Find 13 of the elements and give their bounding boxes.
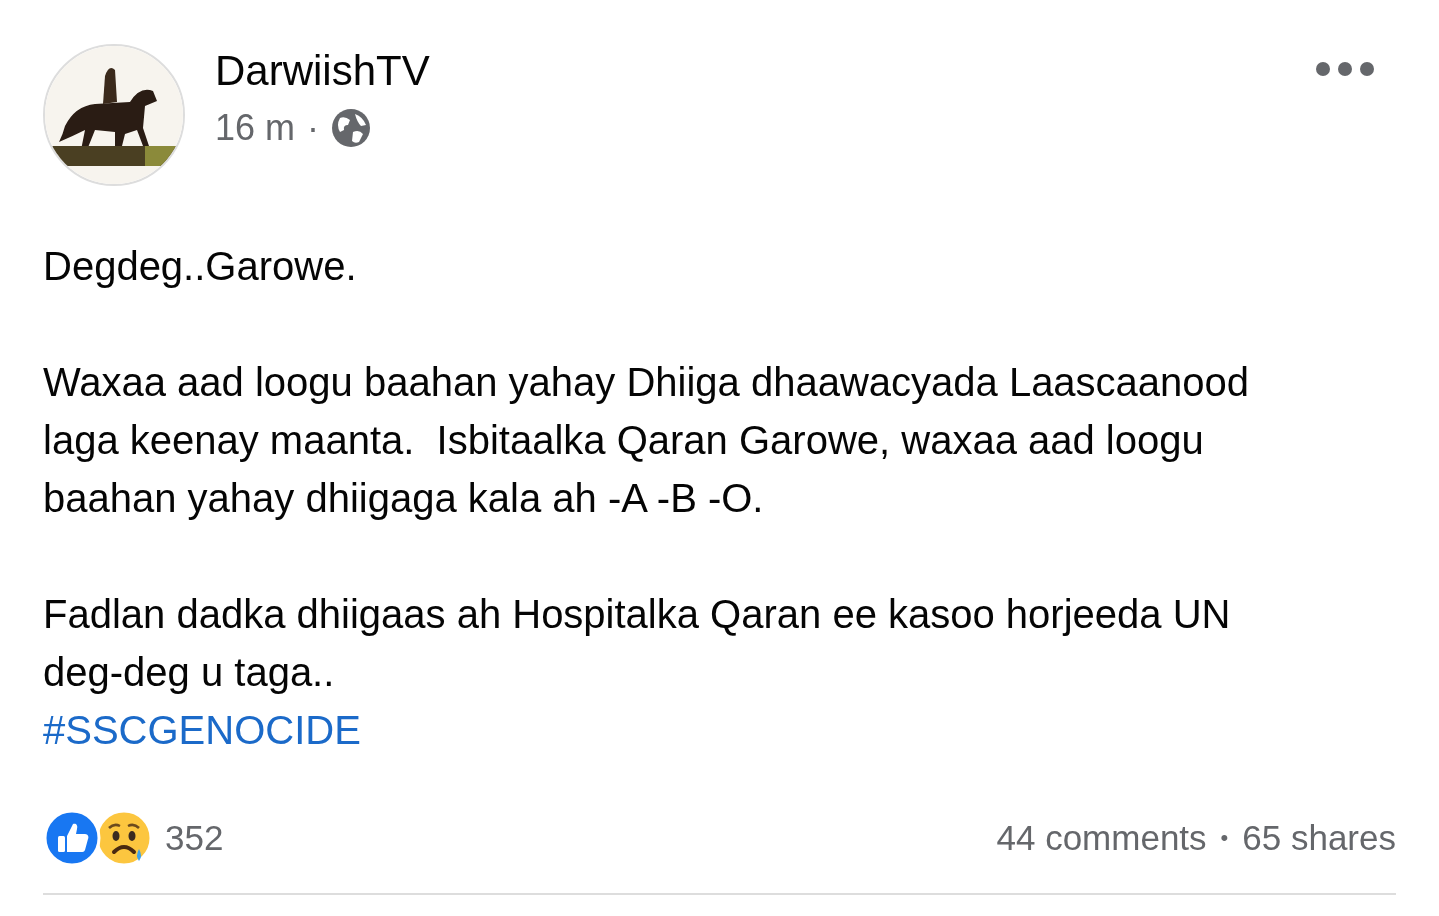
post-time[interactable]: 16 m [215,108,296,148]
more-options-icon[interactable] [1316,62,1374,76]
reaction-count[interactable]: 352 [165,818,224,858]
separator-dot: • [1220,825,1229,851]
shares-count[interactable]: 65 shares [1242,818,1396,858]
author-name[interactable]: DarwiishTV [215,46,430,96]
post-text: Degdeg..Garowe. [43,243,358,290]
comments-count[interactable]: 44 comments [996,818,1207,858]
like-reaction-icon [43,809,101,867]
post-text: Waxaa aad loogu baahan yahay Dhiiga dhaawacyada Laascaanood laga keenay maanta. Isbitaalka Qaran Garowe, waxaa aad loogu baahan yahay dhiigaga kala ah -A -B -O. [43,359,1251,522]
separator-dot: · [307,108,320,148]
hashtag-link[interactable]: #SSCGENOCIDE [43,701,361,759]
post-text: Fadlan dadka dhiigaas ah Hospitalka Qaran ee kasoo horjeeda UN deg-deg u taga.. [43,591,1232,696]
